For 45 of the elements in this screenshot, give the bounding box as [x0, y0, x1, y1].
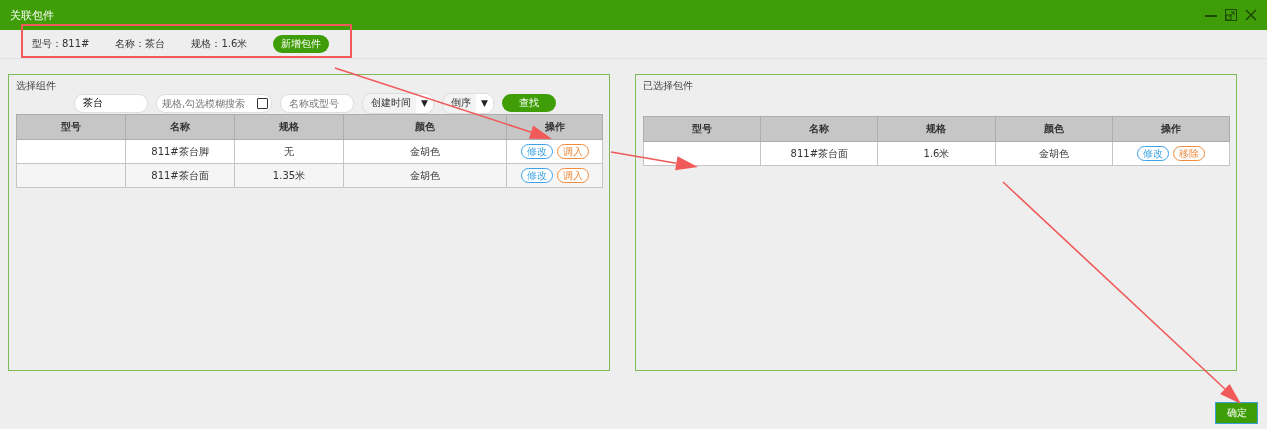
column-header: 颜色	[343, 114, 507, 140]
column-header: 规格	[234, 114, 344, 140]
panel-title: 选择组件	[16, 79, 57, 93]
column-header: 名称	[760, 116, 878, 142]
edit-button[interactable]: 修改	[520, 144, 553, 159]
table-cell: 金胡色	[995, 141, 1113, 166]
confirm-button[interactable]: 确定	[1215, 402, 1258, 424]
add-package-button[interactable]: 新增包件	[273, 35, 330, 53]
column-header: 规格	[877, 116, 996, 142]
info-text: 名称：茶台	[115, 37, 166, 51]
caret-icon: ▼	[475, 93, 493, 113]
column-header: 型号	[16, 114, 126, 140]
edit-button[interactable]: 修改	[1136, 146, 1169, 161]
info-text: 型号：811#	[32, 37, 90, 51]
spec-search-field[interactable]: 规格,勾选模糊搜索	[156, 93, 272, 113]
table-cell: 金胡色	[343, 139, 507, 164]
info-text: 规格：1.6米	[191, 37, 248, 51]
column-header: 操作	[1112, 116, 1230, 142]
table-cell: 811#茶台脚	[125, 139, 235, 164]
column-header: 名称	[125, 114, 235, 140]
sort-dropdown[interactable]: 创建时间 ▼	[362, 92, 434, 114]
table-cell: 1.35米	[234, 163, 344, 188]
column-header: 颜色	[995, 116, 1113, 142]
table-cell: 811#茶台面	[125, 163, 235, 188]
table-cell: 无	[234, 139, 344, 164]
edit-button[interactable]: 修改	[520, 168, 553, 183]
add-button[interactable]: 调入	[556, 144, 589, 159]
search-field[interactable]: 茶台	[74, 93, 148, 113]
dropdown-value: 创建时间	[370, 96, 412, 110]
window-title: 关联包件	[10, 7, 54, 23]
panel-title: 已选择包件	[643, 79, 694, 93]
sort-dropdown[interactable]: 倒序 ▼	[441, 92, 494, 114]
dropdown-value: 倒序	[449, 96, 472, 110]
table-cell: 811#茶台面	[760, 141, 878, 166]
fuzzy-checkbox[interactable]	[257, 97, 268, 109]
table-cell: 1.6米	[877, 141, 996, 166]
close-icon[interactable]	[1245, 9, 1257, 21]
search-field[interactable]: 名称或型号	[280, 93, 354, 113]
search-button[interactable]: 查找	[501, 94, 556, 112]
maximize-icon[interactable]	[1225, 9, 1237, 21]
table-cell: 金胡色	[343, 163, 507, 188]
caret-icon: ▼	[416, 93, 433, 113]
add-button[interactable]: 调入	[556, 168, 589, 183]
column-header: 型号	[643, 116, 761, 142]
remove-button[interactable]: 移除	[1172, 146, 1205, 161]
